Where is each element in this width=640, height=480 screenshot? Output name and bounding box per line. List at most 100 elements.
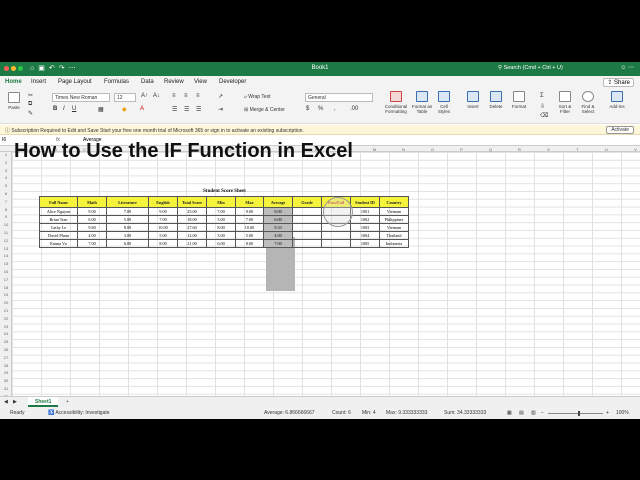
table-cell[interactable]: 8.00 <box>235 239 264 248</box>
tab-developer[interactable]: Developer <box>219 79 246 85</box>
italic-icon[interactable]: I <box>63 106 65 112</box>
table-cell[interactable]: Alice Nguyen <box>39 207 78 216</box>
row-header[interactable]: 22 <box>0 316 12 321</box>
table-cell[interactable]: 1005 <box>350 239 380 248</box>
table-header-cell[interactable]: Literature <box>106 196 149 208</box>
currency-icon[interactable]: $ <box>306 106 309 112</box>
row-header[interactable]: 15 <box>0 261 12 266</box>
wrap-text-button[interactable]: ⤶ Wrap Text <box>244 94 271 100</box>
table-header-cell[interactable]: Total Score <box>177 196 207 208</box>
format-painter-icon[interactable]: ✎ <box>28 110 33 117</box>
decimal-icon[interactable]: .00 <box>350 106 358 112</box>
zoom-slider[interactable] <box>548 413 603 414</box>
table-cell[interactable]: 5.00 <box>235 231 264 240</box>
clear-icon[interactable]: ⌫ <box>540 112 548 119</box>
row-header[interactable]: 11 <box>0 230 12 235</box>
zoom-slider-handle[interactable] <box>578 411 580 416</box>
table-cell[interactable] <box>321 239 351 248</box>
comma-icon[interactable]: , <box>334 106 336 112</box>
table-cell[interactable]: Cathy Le <box>39 223 78 232</box>
row-header[interactable]: 9 <box>0 214 12 219</box>
column-header[interactable]: N <box>389 147 418 152</box>
column-header[interactable]: M <box>360 147 389 152</box>
tab-home[interactable]: Home <box>5 79 22 90</box>
row-header[interactable]: 16 <box>0 269 12 274</box>
table-cell[interactable]: 9.33 <box>263 223 293 232</box>
orientation-icon[interactable]: ↗ <box>218 93 223 100</box>
table-header-cell[interactable]: English <box>148 196 178 208</box>
table-header-cell[interactable]: Average <box>263 196 293 208</box>
font-name-select[interactable]: Times New Roman <box>52 93 110 102</box>
row-header[interactable]: 6 <box>0 191 12 196</box>
table-cell[interactable]: 7.00 <box>235 215 264 224</box>
column-header[interactable]: V <box>621 147 640 152</box>
insert-cells-button[interactable]: Insert <box>463 91 483 109</box>
row-header[interactable]: 4 <box>0 175 12 180</box>
table-cell[interactable]: 1002 <box>350 215 380 224</box>
table-cell[interactable]: 27.60 <box>177 223 207 232</box>
table-cell[interactable]: 3.00 <box>206 231 236 240</box>
table-cell[interactable]: Brian Tran <box>39 215 78 224</box>
table-cell[interactable]: 1001 <box>350 207 380 216</box>
align-right-icon[interactable]: ☰ <box>196 106 201 113</box>
row-header[interactable]: 30 <box>0 378 12 383</box>
number-format-select[interactable]: General <box>305 93 373 102</box>
underline-icon[interactable]: U <box>72 106 76 112</box>
table-cell[interactable]: 7.00 <box>77 239 107 248</box>
zoom-in-icon[interactable]: + <box>606 410 609 416</box>
increase-font-icon[interactable]: A↑ <box>141 93 148 99</box>
column-header[interactable]: T <box>563 147 592 152</box>
table-cell[interactable]: Vietnam <box>379 207 409 216</box>
table-cell[interactable]: 5.00 <box>148 231 178 240</box>
table-cell[interactable]: 6.00 <box>106 239 149 248</box>
table-cell[interactable]: 9.00 <box>148 207 178 216</box>
row-header[interactable]: 26 <box>0 347 12 352</box>
delete-cells-button[interactable]: Delete <box>486 91 506 109</box>
add-sheet-icon[interactable]: + <box>66 399 69 405</box>
zoom-level[interactable]: 100% <box>616 410 629 416</box>
table-cell[interactable]: 7.00 <box>206 207 236 216</box>
normal-view-icon[interactable]: ▦ <box>507 410 512 416</box>
table-cell[interactable]: 4.00 <box>77 231 107 240</box>
table-cell[interactable]: 7.00 <box>263 239 293 248</box>
paste-button[interactable]: Paste <box>4 92 24 110</box>
table-cell[interactable]: David Pham <box>39 231 78 240</box>
decrease-font-icon[interactable]: A↓ <box>153 93 160 99</box>
table-cell[interactable]: 7.00 <box>148 215 178 224</box>
row-header[interactable]: 29 <box>0 370 12 375</box>
table-cell[interactable]: 10.00 <box>148 223 178 232</box>
row-header[interactable]: 25 <box>0 339 12 344</box>
column-header[interactable]: R <box>505 147 534 152</box>
column-header[interactable]: P <box>447 147 476 152</box>
row-header[interactable]: 23 <box>0 324 12 329</box>
tab-view[interactable]: View <box>194 79 207 85</box>
row-header[interactable]: 1 <box>0 152 12 157</box>
table-cell[interactable]: 9.00 <box>235 207 264 216</box>
column-header[interactable]: Q <box>476 147 505 152</box>
table-cell[interactable] <box>292 207 322 216</box>
row-header[interactable]: 8 <box>0 207 12 212</box>
row-header[interactable]: 24 <box>0 331 12 336</box>
table-cell[interactable]: 21.00 <box>177 239 207 248</box>
column-header[interactable]: U <box>592 147 621 152</box>
table-cell[interactable]: 8.00 <box>106 223 149 232</box>
table-cell[interactable] <box>292 239 322 248</box>
align-center-icon[interactable]: ☰ <box>184 106 189 113</box>
next-sheet-icon[interactable]: ▶ <box>13 399 17 405</box>
accessibility-status[interactable]: ♿ Accessibility: Investigate <box>48 410 110 416</box>
column-header[interactable]: O <box>418 147 447 152</box>
borders-icon[interactable]: ▦ <box>98 106 104 113</box>
table-cell[interactable]: 3.00 <box>106 231 149 240</box>
format-cells-button[interactable]: Format <box>509 91 529 109</box>
prev-sheet-icon[interactable]: ◀ <box>4 399 8 405</box>
indent-icon[interactable]: ⇥ <box>218 106 223 113</box>
align-middle-icon[interactable]: ≡ <box>184 93 188 99</box>
tab-data[interactable]: Data <box>141 79 154 85</box>
table-cell[interactable]: 6.00 <box>77 215 107 224</box>
copy-icon[interactable]: ⧉ <box>28 101 32 108</box>
row-header[interactable]: 28 <box>0 363 12 368</box>
table-header-cell[interactable]: Math <box>77 196 107 208</box>
tab-page-layout[interactable]: Page Layout <box>58 79 92 85</box>
row-header[interactable]: 21 <box>0 308 12 313</box>
table-cell[interactable]: 1003 <box>350 223 380 232</box>
